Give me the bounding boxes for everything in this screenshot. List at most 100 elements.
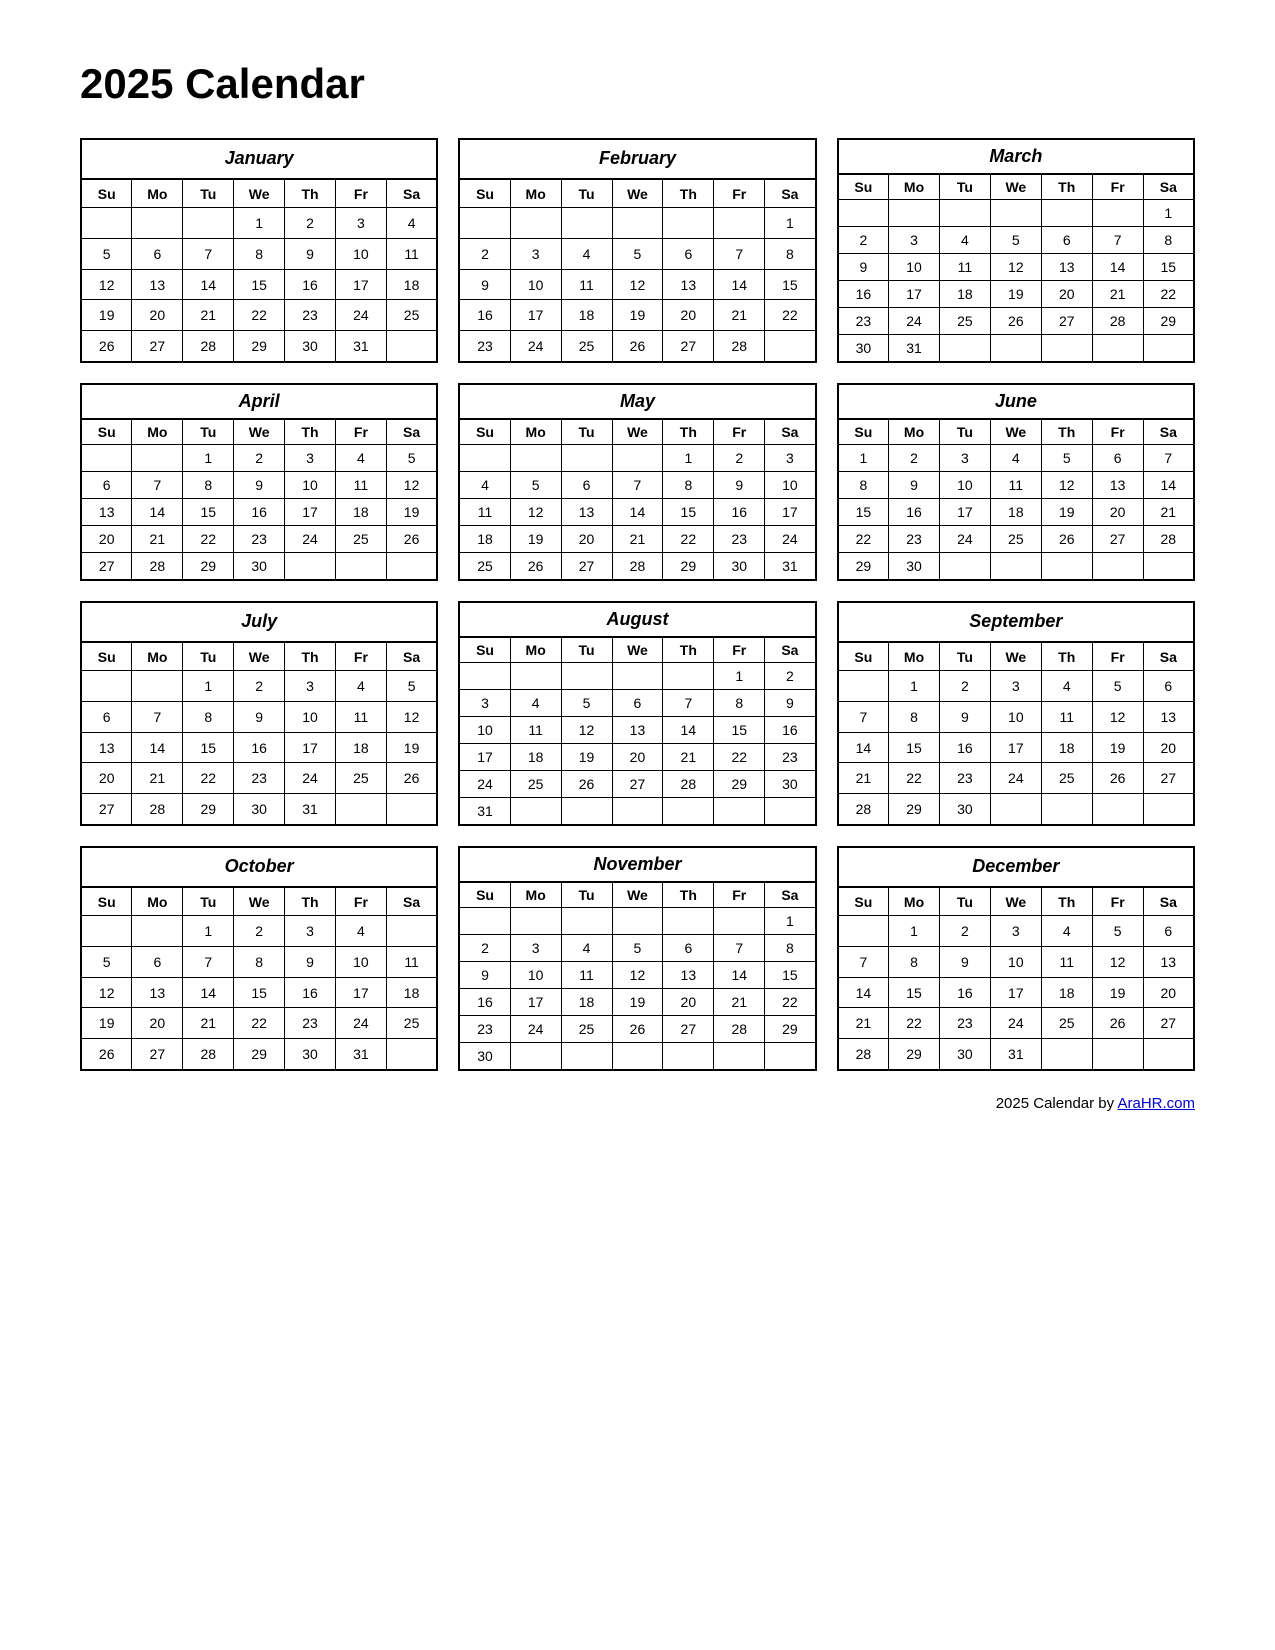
empty-cell xyxy=(612,798,663,826)
day-cell: 8 xyxy=(765,935,816,962)
day-header-th: Th xyxy=(285,179,336,208)
day-cell: 14 xyxy=(1092,254,1143,281)
day-cell: 10 xyxy=(990,947,1041,978)
day-cell: 21 xyxy=(838,763,889,794)
day-cell: 28 xyxy=(1143,526,1194,553)
day-cell: 26 xyxy=(1041,526,1092,553)
day-cell: 3 xyxy=(285,671,336,702)
day-cell: 25 xyxy=(459,553,510,581)
day-header-sa: Sa xyxy=(1143,174,1194,200)
week-row: 1 xyxy=(459,208,815,239)
day-header-su: Su xyxy=(459,179,510,208)
day-cell: 14 xyxy=(132,732,183,763)
day-cell: 20 xyxy=(612,744,663,771)
day-cell: 9 xyxy=(234,702,285,733)
empty-cell xyxy=(1092,553,1143,581)
day-cell: 25 xyxy=(939,308,990,335)
empty-cell xyxy=(1092,1039,1143,1070)
day-cell: 22 xyxy=(714,744,765,771)
day-cell: 26 xyxy=(510,553,561,581)
week-row: 16171819202122 xyxy=(459,989,815,1016)
day-cell: 30 xyxy=(285,331,336,362)
day-header-su: Su xyxy=(459,637,510,663)
day-cell: 11 xyxy=(1041,702,1092,733)
month-name-august: August xyxy=(459,602,815,637)
month-table-september: SeptemberSuMoTuWeThFrSa12345678910111213… xyxy=(837,601,1195,826)
empty-cell xyxy=(838,200,889,227)
day-cell: 5 xyxy=(81,947,132,978)
empty-cell xyxy=(510,798,561,826)
day-cell: 6 xyxy=(663,935,714,962)
day-cell: 12 xyxy=(1041,472,1092,499)
day-cell: 18 xyxy=(1041,732,1092,763)
week-row: 891011121314 xyxy=(838,472,1194,499)
day-cell: 3 xyxy=(285,916,336,947)
day-cell: 23 xyxy=(939,1008,990,1039)
day-header-tu: Tu xyxy=(939,174,990,200)
day-cell: 16 xyxy=(459,989,510,1016)
empty-cell xyxy=(765,331,816,362)
month-table-december: DecemberSuMoTuWeThFrSa123456789101112131… xyxy=(837,846,1195,1071)
week-row: 2345678 xyxy=(459,935,815,962)
day-cell: 25 xyxy=(386,300,437,331)
day-cell: 3 xyxy=(335,208,386,239)
day-cell: 24 xyxy=(765,526,816,553)
footer-text: 2025 Calendar by xyxy=(996,1095,1118,1112)
day-cell: 10 xyxy=(459,717,510,744)
empty-cell xyxy=(81,916,132,947)
month-name-january: January xyxy=(81,139,437,179)
day-cell: 22 xyxy=(889,1008,940,1039)
day-cell: 28 xyxy=(663,771,714,798)
day-cell: 15 xyxy=(1143,254,1194,281)
month-name-december: December xyxy=(838,847,1194,887)
day-cell: 3 xyxy=(459,690,510,717)
empty-cell xyxy=(889,200,940,227)
day-cell: 27 xyxy=(1041,308,1092,335)
empty-cell xyxy=(510,908,561,935)
empty-cell xyxy=(1092,335,1143,363)
day-cell: 2 xyxy=(234,671,285,702)
day-cell: 27 xyxy=(663,1016,714,1043)
empty-cell xyxy=(990,335,1041,363)
day-cell: 20 xyxy=(1143,977,1194,1008)
day-cell: 19 xyxy=(1092,977,1143,1008)
day-header-sa: Sa xyxy=(1143,887,1194,916)
day-cell: 18 xyxy=(990,499,1041,526)
day-cell: 22 xyxy=(1143,281,1194,308)
day-cell: 1 xyxy=(663,445,714,472)
day-header-tu: Tu xyxy=(561,419,612,445)
week-row: 2930 xyxy=(838,553,1194,581)
day-header-fr: Fr xyxy=(1092,419,1143,445)
day-cell: 19 xyxy=(386,499,437,526)
day-cell: 26 xyxy=(81,1039,132,1070)
day-cell: 17 xyxy=(285,732,336,763)
empty-cell xyxy=(132,208,183,239)
day-cell: 27 xyxy=(1092,526,1143,553)
empty-cell xyxy=(612,663,663,690)
day-cell: 3 xyxy=(765,445,816,472)
day-cell: 13 xyxy=(1041,254,1092,281)
day-cell: 3 xyxy=(510,935,561,962)
day-cell: 31 xyxy=(335,331,386,362)
day-header-tu: Tu xyxy=(939,419,990,445)
day-cell: 1 xyxy=(889,916,940,947)
day-cell: 10 xyxy=(510,269,561,300)
empty-cell xyxy=(1143,1039,1194,1070)
day-cell: 19 xyxy=(1041,499,1092,526)
empty-cell xyxy=(1092,794,1143,825)
empty-cell xyxy=(1092,200,1143,227)
day-cell: 7 xyxy=(714,935,765,962)
day-cell: 19 xyxy=(510,526,561,553)
week-row: 1234 xyxy=(81,208,437,239)
day-cell: 19 xyxy=(81,1008,132,1039)
empty-cell xyxy=(510,445,561,472)
day-cell: 28 xyxy=(838,794,889,825)
week-row: 9101112131415 xyxy=(459,269,815,300)
day-cell: 11 xyxy=(510,717,561,744)
day-cell: 8 xyxy=(234,947,285,978)
week-row: 16171819202122 xyxy=(459,300,815,331)
day-cell: 15 xyxy=(183,732,234,763)
day-cell: 6 xyxy=(663,239,714,270)
footer-link[interactable]: AraHR.com xyxy=(1117,1095,1195,1112)
day-cell: 24 xyxy=(939,526,990,553)
